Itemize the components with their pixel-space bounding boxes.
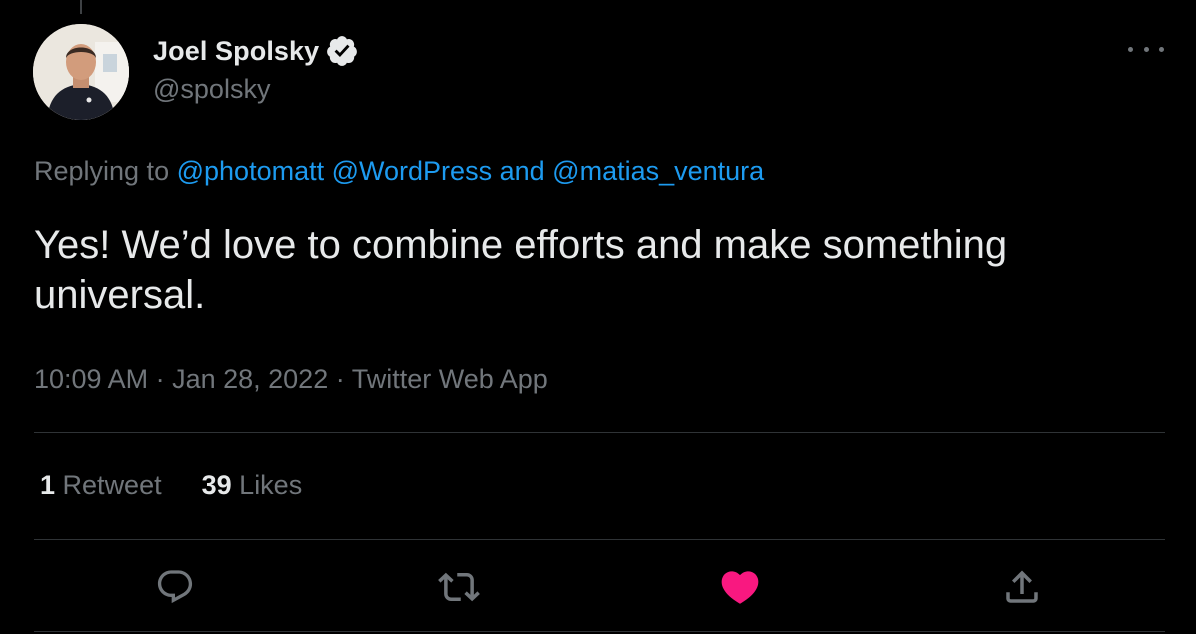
divider-top: [34, 432, 1165, 433]
replying-to-line: Replying to @photomatt @WordPress and @m…: [34, 156, 764, 187]
more-options-icon[interactable]: [1128, 34, 1164, 64]
avatar[interactable]: [33, 24, 129, 120]
thread-connector-line: [80, 0, 82, 14]
mention-link-wordpress[interactable]: @WordPress: [332, 156, 492, 186]
retweet-label: Retweet: [62, 470, 162, 500]
avatar-photo: [33, 24, 129, 120]
engagement-stats: 1 Retweet 39 Likes: [40, 470, 302, 501]
divider-middle: [34, 539, 1165, 540]
retweet-count: 1: [40, 470, 56, 500]
like-button[interactable]: [718, 565, 762, 609]
more-dot: [1159, 46, 1164, 52]
mention-link-photomatt[interactable]: @photomatt: [177, 156, 325, 186]
likes-stat[interactable]: 39 Likes: [202, 470, 303, 501]
retweet-icon: [438, 572, 480, 602]
author-display-name[interactable]: Joel Spolsky: [153, 36, 319, 67]
retweet-button[interactable]: [437, 565, 481, 609]
replying-to-prefix: Replying to: [34, 156, 170, 186]
author-handle[interactable]: @spolsky: [153, 74, 270, 105]
verified-badge-icon: [327, 36, 358, 66]
reply-button[interactable]: [153, 565, 197, 609]
comment-icon: [157, 570, 193, 604]
likes-count: 39: [201, 470, 232, 500]
more-dot: [1143, 46, 1149, 52]
tweet-text: Yes! We’d love to combine efforts and ma…: [34, 223, 1008, 317]
likes-label: Likes: [239, 470, 303, 500]
retweet-stat[interactable]: 1 Retweet: [40, 470, 162, 501]
tweet-timestamp[interactable]: 10:09 AM · Jan 28, 2022 · Twitter Web Ap…: [34, 364, 548, 395]
share-icon: [1006, 570, 1038, 603]
mention-link-matias-ventura[interactable]: @matias_ventura: [552, 156, 764, 186]
more-dot: [1128, 46, 1133, 52]
author-name-row[interactable]: Joel Spolsky: [153, 32, 359, 70]
mention-conjunction[interactable]: and: [500, 156, 545, 186]
share-button[interactable]: [1000, 565, 1044, 609]
heart-filled-icon: [721, 571, 759, 604]
divider-bottom: [34, 631, 1165, 632]
